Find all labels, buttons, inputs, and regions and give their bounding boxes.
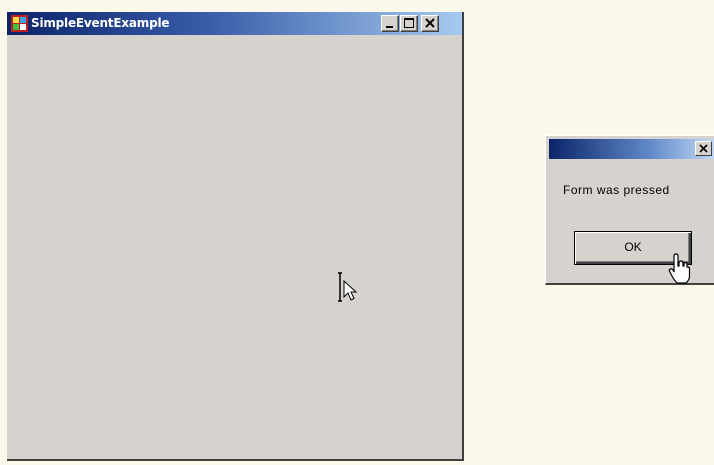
maximize-button[interactable] (400, 15, 418, 32)
close-icon (425, 18, 435, 28)
ok-button-label: OK (624, 240, 642, 254)
minimize-icon (386, 26, 393, 28)
maximize-icon (404, 18, 414, 28)
hand-cursor-icon (668, 253, 691, 284)
minimize-button[interactable] (381, 15, 399, 32)
dialog-close-button[interactable] (695, 141, 712, 156)
dialog-title-bar[interactable] (549, 139, 714, 159)
close-button[interactable] (421, 15, 439, 32)
window-title: SimpleEventExample (31, 16, 170, 30)
app-icon (11, 15, 28, 32)
dialog-message: Form was pressed (563, 183, 670, 197)
ibeam-cursor-icon (338, 272, 358, 302)
title-bar[interactable]: SimpleEventExample (7, 12, 462, 35)
main-window[interactable]: SimpleEventExample (7, 12, 464, 461)
close-icon (699, 144, 708, 153)
